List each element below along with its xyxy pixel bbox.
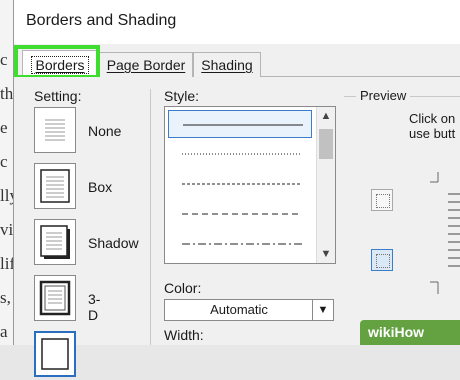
watermark-logo: wikiHow <box>368 324 425 340</box>
setting-box-button[interactable] <box>34 163 76 209</box>
line-solid <box>183 124 303 126</box>
tab-highlight-box <box>14 45 100 79</box>
setting-3d-label: 3-D <box>88 291 101 323</box>
setting-label: Setting: <box>34 88 82 104</box>
style-scrollbar[interactable]: ▲ ▼ <box>316 107 335 263</box>
color-value: Automatic <box>210 302 268 317</box>
setting-3d-button[interactable] <box>34 275 76 321</box>
style-option-dotted[interactable] <box>168 140 312 168</box>
document-background: c th e c lly vi lif s, a <box>0 0 14 345</box>
border-top-icon <box>376 194 390 208</box>
setting-shadow-button[interactable] <box>34 219 76 265</box>
style-listbox[interactable]: ▲ ▼ <box>164 106 336 264</box>
scroll-down-icon[interactable]: ▼ <box>317 245 335 263</box>
tab-page-border-label: Page Border <box>106 57 186 73</box>
color-dropdown[interactable]: Automatic ▼ <box>164 299 334 321</box>
style-option-solid[interactable] <box>168 110 312 138</box>
setting-custom-button[interactable] <box>34 331 76 377</box>
scroll-up-icon[interactable]: ▲ <box>317 107 335 125</box>
color-label: Color: <box>164 280 202 296</box>
border-middle-icon <box>376 254 390 268</box>
setting-box-label: Box <box>88 179 113 195</box>
line-dash-dot <box>182 243 302 245</box>
setting-none-icon <box>45 119 65 141</box>
middle-border-button[interactable] <box>371 249 393 271</box>
style-label: Style: <box>164 88 200 104</box>
line-dashed <box>182 213 302 215</box>
title-bar: Borders and Shading <box>14 0 460 44</box>
doc-text: e <box>0 118 8 137</box>
tab-shading[interactable]: Shading <box>193 52 261 77</box>
borders-panel: Setting: None Box Shadow 3-D Style: ▲ ▼ … <box>14 77 460 377</box>
preview-label: Preview <box>356 88 411 103</box>
doc-text: c <box>0 152 8 171</box>
top-border-button[interactable] <box>371 189 393 211</box>
borders-and-shading-dialog: Borders and Shading Borders Page Border … <box>13 0 460 377</box>
chevron-down-icon[interactable]: ▼ <box>312 300 333 320</box>
doc-text: lly <box>0 186 14 205</box>
style-option-dash-dot[interactable] <box>168 230 312 258</box>
style-option-dashed[interactable] <box>168 200 312 228</box>
setting-shadow-label: Shadow <box>88 235 139 251</box>
setting-none-label: None <box>88 123 122 139</box>
doc-text: vi <box>0 220 14 239</box>
scroll-thumb[interactable] <box>319 129 333 159</box>
preview-instruction-line1: Click on <box>409 111 456 126</box>
tab-shading-label: Shading <box>201 57 253 73</box>
setting-custom-icon <box>41 338 69 370</box>
preview-instruction-line2: use butt <box>409 126 456 141</box>
width-label: Width: <box>164 327 204 343</box>
doc-text: lif <box>0 254 14 273</box>
preview-instruction: Click on use butt <box>409 111 455 141</box>
doc-text: s, <box>0 288 11 307</box>
style-option-dashed-small[interactable] <box>168 170 312 198</box>
doc-text: th <box>0 84 14 103</box>
line-dashed-small <box>182 183 302 185</box>
line-dotted <box>182 153 302 155</box>
doc-text: c <box>0 50 8 69</box>
setting-3d-icon <box>39 280 71 316</box>
setting-none-button[interactable] <box>34 107 76 153</box>
dialog-title: Borders and Shading <box>26 12 177 29</box>
setting-shadow-icon <box>40 225 70 259</box>
divider <box>150 89 151 345</box>
setting-box-icon <box>40 169 70 203</box>
preview-page <box>430 172 460 294</box>
doc-text: a <box>0 322 8 341</box>
tab-page-border[interactable]: Page Border <box>99 52 193 77</box>
